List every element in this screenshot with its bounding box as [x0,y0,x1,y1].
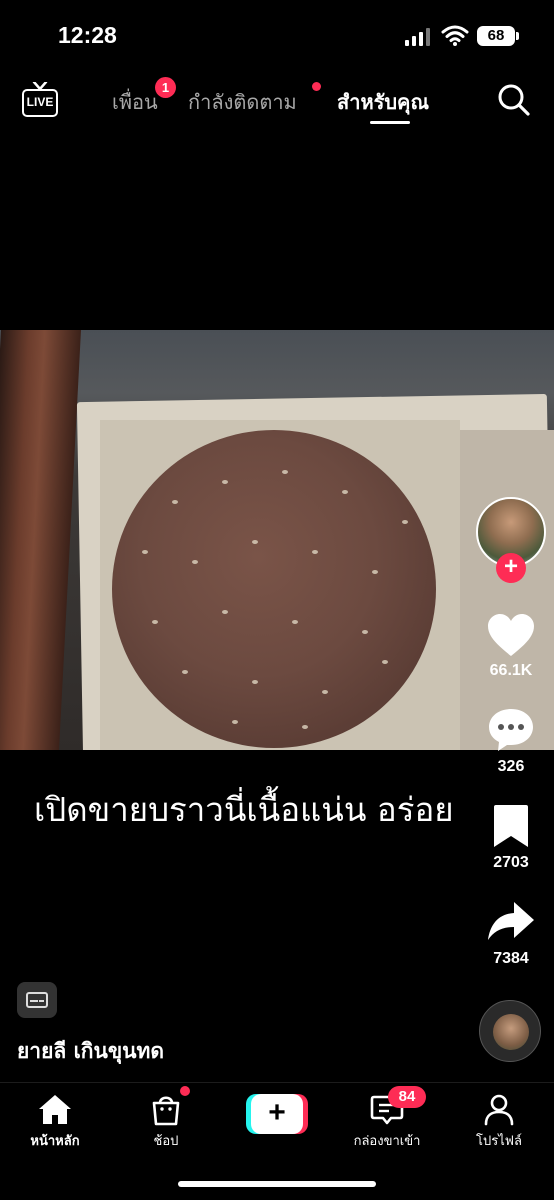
friends-badge: 1 [155,77,176,98]
music-disc-avatar [493,1014,529,1050]
shop-notification-dot [180,1086,190,1096]
heart-icon[interactable] [486,612,536,660]
nav-home[interactable]: หน้าหลัก [5,1092,105,1151]
wifi-icon [441,25,469,46]
comment-count: 326 [497,758,525,775]
video-player[interactable] [0,330,554,750]
brownie-image [112,430,436,748]
battery-indicator: 68 [477,26,515,46]
save-count: 2703 [493,854,529,871]
tab-following[interactable]: กำลังติดตาม [188,86,297,118]
author-username[interactable]: ยายลี เกินขุนทด [17,1035,164,1068]
inbox-badge: 84 [388,1086,426,1108]
live-button[interactable]: LIVE [22,82,58,118]
comment-icon[interactable] [486,706,536,754]
nav-inbox-label: กล่องขาเข้า [353,1134,421,1149]
nav-shop[interactable]: ช้อป [116,1092,216,1151]
nav-profile[interactable]: โปรไฟล์ [449,1092,549,1151]
search-icon[interactable] [496,82,532,118]
create-button[interactable]: + [246,1094,308,1134]
live-label: LIVE [22,89,58,117]
share-count: 7384 [493,950,529,967]
shopping-bag-icon [152,1096,180,1126]
signal-icon [405,28,430,46]
battery-cap [516,32,519,40]
video-caption: เปิดขายบราวนี่เนื้อแน่น อร่อย [34,790,454,829]
tab-friends[interactable]: เพื่อน [112,86,158,118]
captions-icon[interactable] [17,982,57,1018]
bookmark-icon[interactable] [486,802,536,850]
nav-shop-label: ช้อป [153,1134,179,1149]
profile-icon [484,1094,514,1126]
music-disc[interactable] [479,1000,541,1062]
box-shadow-image [455,430,554,750]
active-tab-underline [370,121,410,124]
home-indicator[interactable] [178,1181,376,1187]
nav-profile-label: โปรไฟล์ [476,1134,522,1149]
follow-button[interactable]: + [496,553,526,583]
nav-home-label: หน้าหลัก [30,1134,80,1149]
share-icon[interactable] [486,898,536,946]
home-icon [39,1095,71,1124]
status-time: 12:28 [58,22,117,48]
following-notification-dot [312,82,321,91]
like-count: 66.1K [489,662,533,679]
tab-for-you[interactable]: สำหรับคุณ [337,86,429,118]
create-plus-icon: + [251,1094,303,1134]
